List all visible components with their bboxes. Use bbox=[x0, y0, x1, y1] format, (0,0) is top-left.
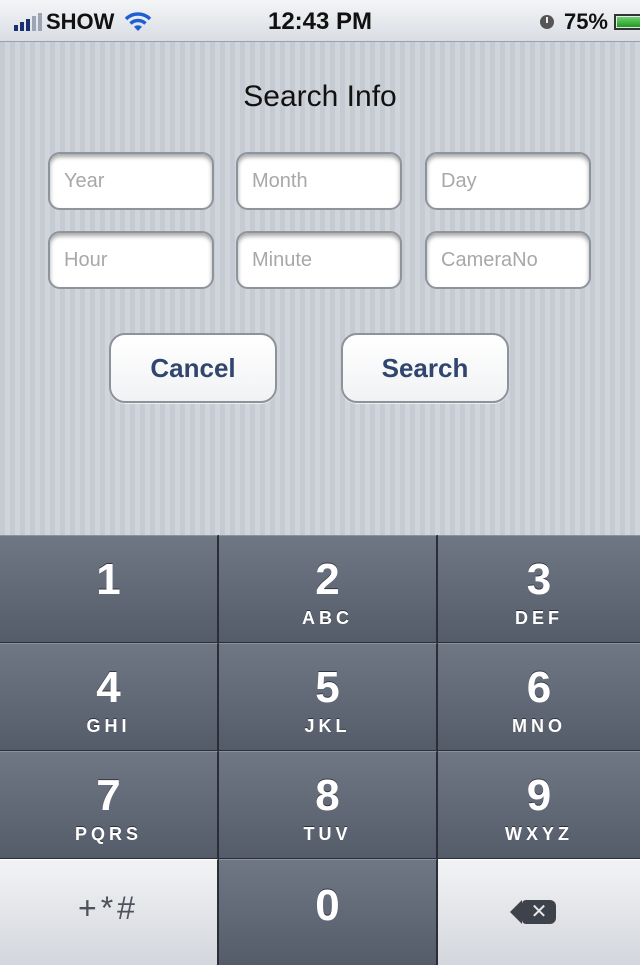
key-letters: ABC bbox=[302, 608, 353, 628]
delete-key[interactable]: ✕ bbox=[438, 859, 640, 965]
key-letters: JKL bbox=[304, 716, 351, 736]
month-field[interactable] bbox=[236, 152, 402, 210]
year-field[interactable] bbox=[48, 152, 214, 210]
search-button[interactable]: Search bbox=[341, 333, 509, 403]
day-input[interactable] bbox=[427, 154, 589, 208]
cancel-button[interactable]: Cancel bbox=[109, 333, 277, 403]
hour-input[interactable] bbox=[50, 233, 212, 287]
status-bar: SHOW 12:43 PM 75% bbox=[0, 0, 640, 42]
numeric-keypad: 1 2 ABC 3 DEF 4 GHI 5 JKL 6 MNO 7 PQRS 8… bbox=[0, 535, 640, 965]
symbols-key[interactable]: +*# bbox=[0, 859, 218, 965]
key-letters: GHI bbox=[86, 716, 131, 736]
key-letters: MNO bbox=[512, 716, 566, 736]
key-letters: WXYZ bbox=[505, 824, 573, 844]
key-2[interactable]: 2 ABC bbox=[219, 535, 437, 642]
search-form: Search Info Cancel Search bbox=[0, 42, 640, 535]
key-3[interactable]: 3 DEF bbox=[438, 535, 640, 642]
page-title: Search Info bbox=[243, 80, 397, 113]
alarm-clock-icon bbox=[539, 15, 554, 29]
backspace-icon: ✕ bbox=[510, 900, 556, 924]
month-input[interactable] bbox=[238, 154, 400, 208]
key-number: 1 bbox=[96, 555, 121, 604]
symbols-label: +*# bbox=[78, 890, 139, 926]
key-number: 5 bbox=[315, 663, 340, 712]
key-number: 4 bbox=[96, 663, 121, 712]
key-6[interactable]: 6 MNO bbox=[438, 643, 640, 750]
key-number: 8 bbox=[315, 771, 340, 820]
minute-input[interactable] bbox=[238, 233, 400, 287]
key-0[interactable]: 0 bbox=[219, 859, 437, 965]
camera-number-input[interactable] bbox=[427, 233, 589, 287]
key-number: 9 bbox=[526, 771, 552, 820]
key-letters: PQRS bbox=[74, 824, 142, 844]
key-number: 2 bbox=[315, 555, 340, 604]
key-1[interactable]: 1 bbox=[0, 535, 218, 642]
hour-field[interactable] bbox=[48, 231, 214, 289]
day-field[interactable] bbox=[425, 152, 591, 210]
year-input[interactable] bbox=[50, 154, 212, 208]
battery-icon bbox=[614, 14, 640, 30]
key-7[interactable]: 7 PQRS bbox=[0, 751, 218, 858]
key-8[interactable]: 8 TUV bbox=[219, 751, 437, 858]
status-right: 75% bbox=[539, 9, 640, 35]
key-number: 0 bbox=[315, 881, 340, 930]
key-9[interactable]: 9 WXYZ bbox=[438, 751, 640, 858]
key-letters: DEF bbox=[515, 608, 563, 628]
key-number: 7 bbox=[96, 771, 121, 820]
minute-field[interactable] bbox=[236, 231, 402, 289]
key-5[interactable]: 5 JKL bbox=[219, 643, 437, 750]
key-number: 6 bbox=[526, 663, 552, 712]
camera-number-field[interactable] bbox=[425, 231, 591, 289]
key-number: 3 bbox=[526, 555, 552, 604]
key-letters: TUV bbox=[303, 824, 352, 844]
battery-percent: 75% bbox=[563, 9, 608, 34]
key-4[interactable]: 4 GHI bbox=[0, 643, 218, 750]
